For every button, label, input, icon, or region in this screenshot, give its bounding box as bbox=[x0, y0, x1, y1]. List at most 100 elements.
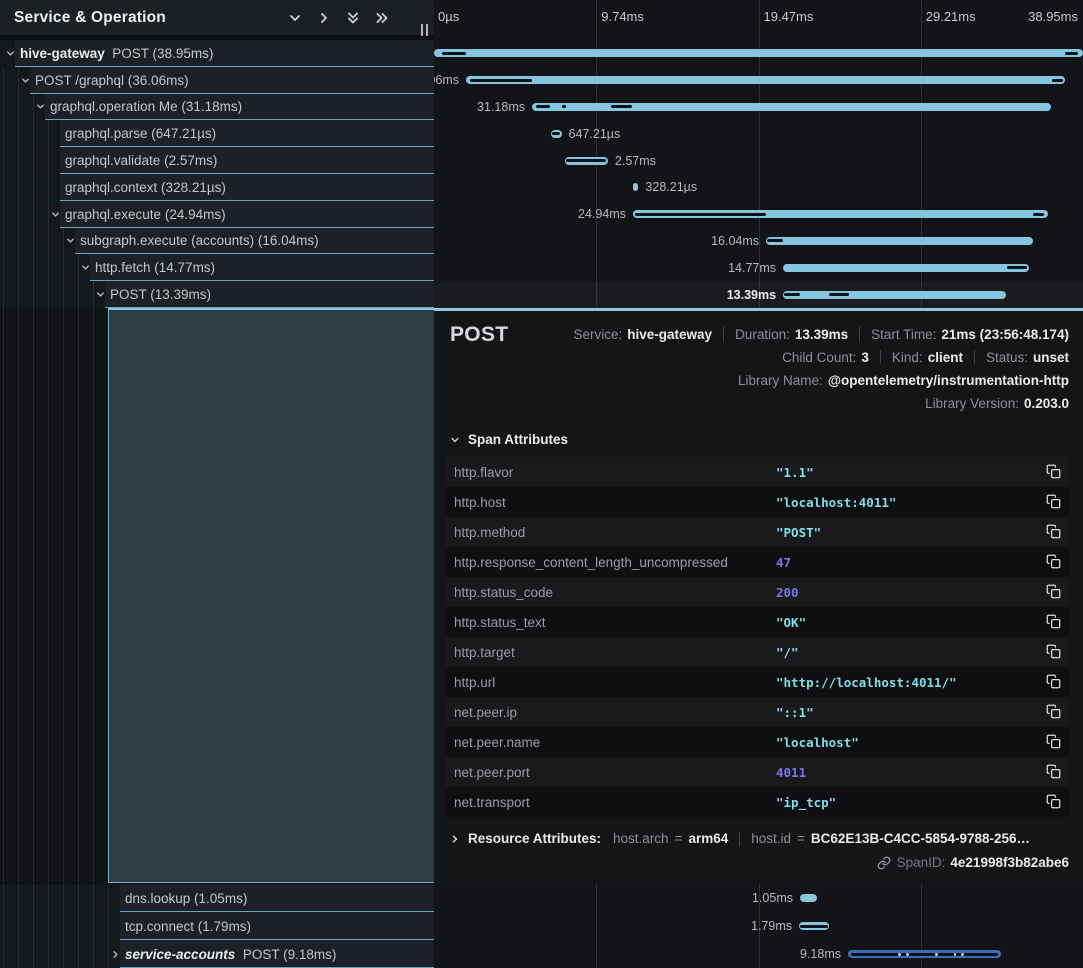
span-duration-bar[interactable] bbox=[783, 264, 1029, 272]
span-row-post-selected[interactable]: POST (13.39ms) bbox=[0, 281, 434, 308]
span-duration-bar[interactable] bbox=[551, 130, 562, 138]
bar-mark bbox=[536, 105, 550, 108]
copy-button[interactable] bbox=[1045, 794, 1061, 810]
chevron-down-icon[interactable] bbox=[80, 262, 91, 273]
copy-icon bbox=[1046, 704, 1061, 719]
span-row-tcp-connect[interactable]: tcp.connect (1.79ms) bbox=[0, 912, 434, 940]
double-chevron-down-icon[interactable] bbox=[345, 10, 361, 26]
span-row-service-accounts-post[interactable]: service-accounts POST (9.18ms) bbox=[0, 940, 434, 968]
span-row-graphql-context[interactable]: graphql.context (328.21µs) bbox=[0, 174, 434, 201]
chevron-down-icon[interactable] bbox=[95, 289, 106, 300]
collapse-controls bbox=[287, 10, 390, 26]
span-row-label: hive-gateway POST (38.95ms) bbox=[20, 46, 213, 61]
span-duration-bar[interactable] bbox=[633, 183, 638, 191]
span-duration-bar[interactable] bbox=[565, 157, 608, 165]
span-meta-line: Library Version:0.203.0 bbox=[925, 392, 1069, 414]
span-row-graphql-execute[interactable]: graphql.execute (24.94ms) bbox=[0, 201, 434, 228]
copy-button[interactable] bbox=[1045, 554, 1061, 570]
chevron-down-icon bbox=[450, 435, 460, 445]
copy-button[interactable] bbox=[1045, 584, 1061, 600]
copy-button[interactable] bbox=[1045, 764, 1061, 780]
span-bar-row-hive-gateway-post[interactable] bbox=[434, 40, 1083, 67]
resource-attributes-row[interactable]: Resource Attributes: host.arch=arm64host… bbox=[450, 831, 1083, 846]
indent-guides bbox=[3, 67, 19, 94]
chevron-down-icon[interactable] bbox=[287, 10, 303, 26]
span-meta-line: Library Name:@opentelemetry/instrumentat… bbox=[738, 369, 1069, 391]
bar-mark bbox=[851, 953, 998, 956]
span-duration-bar[interactable] bbox=[633, 210, 1048, 218]
meta-divider bbox=[723, 327, 724, 341]
span-bar-row-post-selected[interactable]: 13.39ms bbox=[434, 281, 1083, 308]
span-row-label: POST (13.39ms) bbox=[110, 287, 211, 302]
span-duration-bar[interactable] bbox=[800, 894, 818, 902]
span-duration-bar[interactable] bbox=[799, 922, 829, 930]
span-bar-row-graphql-parse[interactable]: 647.21µs bbox=[434, 120, 1083, 147]
span-bar-row-dns-lookup[interactable]: 1.05ms bbox=[434, 884, 1083, 912]
chevron-down-icon[interactable] bbox=[20, 75, 31, 86]
copy-button[interactable] bbox=[1045, 674, 1061, 690]
span-id-value: 4e21998f3b82abe6 bbox=[950, 855, 1069, 870]
bar-mark bbox=[1052, 79, 1063, 82]
span-bar-row-http-fetch[interactable]: 14.77ms bbox=[434, 254, 1083, 281]
span-row-http-fetch[interactable]: http.fetch (14.77ms) bbox=[0, 254, 434, 281]
meta-value: 0.203.0 bbox=[1024, 396, 1069, 411]
copy-button[interactable] bbox=[1045, 644, 1061, 660]
copy-button[interactable] bbox=[1045, 464, 1061, 480]
span-bar-row-post-graphql[interactable]: 36.06ms bbox=[434, 67, 1083, 94]
span-row-graphql-operation-me[interactable]: graphql.operation Me (31.18ms) bbox=[0, 94, 434, 121]
span-row-post-graphql[interactable]: POST /graphql (36.06ms) bbox=[0, 67, 434, 94]
span-row-graphql-validate[interactable]: graphql.validate (2.57ms) bbox=[0, 147, 434, 174]
span-duration-bar[interactable] bbox=[783, 291, 1006, 299]
chevron-down-icon[interactable] bbox=[35, 101, 46, 112]
copy-button[interactable] bbox=[1045, 704, 1061, 720]
span-duration-bar[interactable] bbox=[848, 950, 1001, 958]
meta-divider bbox=[974, 350, 975, 364]
copy-button[interactable] bbox=[1045, 614, 1061, 630]
span-bar-row-graphql-context[interactable]: 328.21µs bbox=[434, 174, 1083, 201]
copy-button[interactable] bbox=[1045, 494, 1061, 510]
bar-duration-label: 328.21µs bbox=[645, 174, 697, 201]
meta-label: Status: bbox=[986, 350, 1028, 365]
span-attributes-toggle[interactable]: Span Attributes bbox=[450, 432, 1083, 447]
span-duration-bar[interactable] bbox=[466, 76, 1065, 84]
span-bar-row-graphql-execute[interactable]: 24.94ms bbox=[434, 201, 1083, 228]
meta-value: 3 bbox=[861, 350, 869, 365]
span-bar-row-subgraph-execute-accounts[interactable]: 16.04ms bbox=[434, 228, 1083, 255]
indent-guides bbox=[3, 254, 79, 281]
indent-guides bbox=[3, 884, 109, 912]
span-duration-bar[interactable] bbox=[532, 103, 1051, 111]
span-duration-bar[interactable] bbox=[766, 237, 1033, 245]
double-chevron-right-icon[interactable] bbox=[374, 10, 390, 26]
bar-mark-light bbox=[898, 953, 900, 956]
span-bar-row-service-accounts-post[interactable]: 9.18ms bbox=[434, 940, 1083, 968]
attribute-value: "OK" bbox=[776, 615, 806, 630]
chevron-down-icon[interactable] bbox=[50, 209, 61, 220]
span-bar-row-graphql-validate[interactable]: 2.57ms bbox=[434, 147, 1083, 174]
copy-icon bbox=[1046, 524, 1061, 539]
chevron-right-icon[interactable] bbox=[110, 949, 121, 960]
span-bar-row-tcp-connect[interactable]: 1.79ms bbox=[434, 912, 1083, 940]
ruler-tick: 9.74ms bbox=[601, 9, 644, 24]
span-id-row: SpanID: 4e21998f3b82abe6 bbox=[434, 855, 1069, 870]
copy-icon bbox=[1046, 464, 1061, 479]
attribute-key: http.flavor bbox=[454, 465, 513, 480]
copy-icon bbox=[1046, 584, 1061, 599]
span-row-subgraph-execute-accounts[interactable]: subgraph.execute (accounts) (16.04ms) bbox=[0, 228, 434, 255]
attribute-key: net.peer.ip bbox=[454, 705, 517, 720]
span-row-hive-gateway-post[interactable]: hive-gateway POST (38.95ms) bbox=[0, 40, 434, 67]
link-icon[interactable] bbox=[877, 856, 891, 870]
chevron-down-icon[interactable] bbox=[5, 48, 16, 59]
chevron-right-icon[interactable] bbox=[316, 10, 332, 26]
copy-button[interactable] bbox=[1045, 524, 1061, 540]
span-row-dns-lookup[interactable]: dns.lookup (1.05ms) bbox=[0, 884, 434, 912]
copy-button[interactable] bbox=[1045, 734, 1061, 750]
meta-label: Library Name: bbox=[738, 373, 823, 388]
span-bar-row-graphql-operation-me[interactable]: 31.18ms bbox=[434, 94, 1083, 121]
chevron-down-icon[interactable] bbox=[65, 235, 76, 246]
attribute-row: http.flavor"1.1" bbox=[446, 457, 1069, 487]
bar-mark bbox=[562, 105, 566, 108]
span-duration-bar[interactable] bbox=[434, 49, 1083, 57]
chevron-right-icon bbox=[450, 834, 460, 844]
span-row-graphql-parse[interactable]: graphql.parse (647.21µs) bbox=[0, 120, 434, 147]
column-resize-handle[interactable] bbox=[421, 24, 428, 36]
